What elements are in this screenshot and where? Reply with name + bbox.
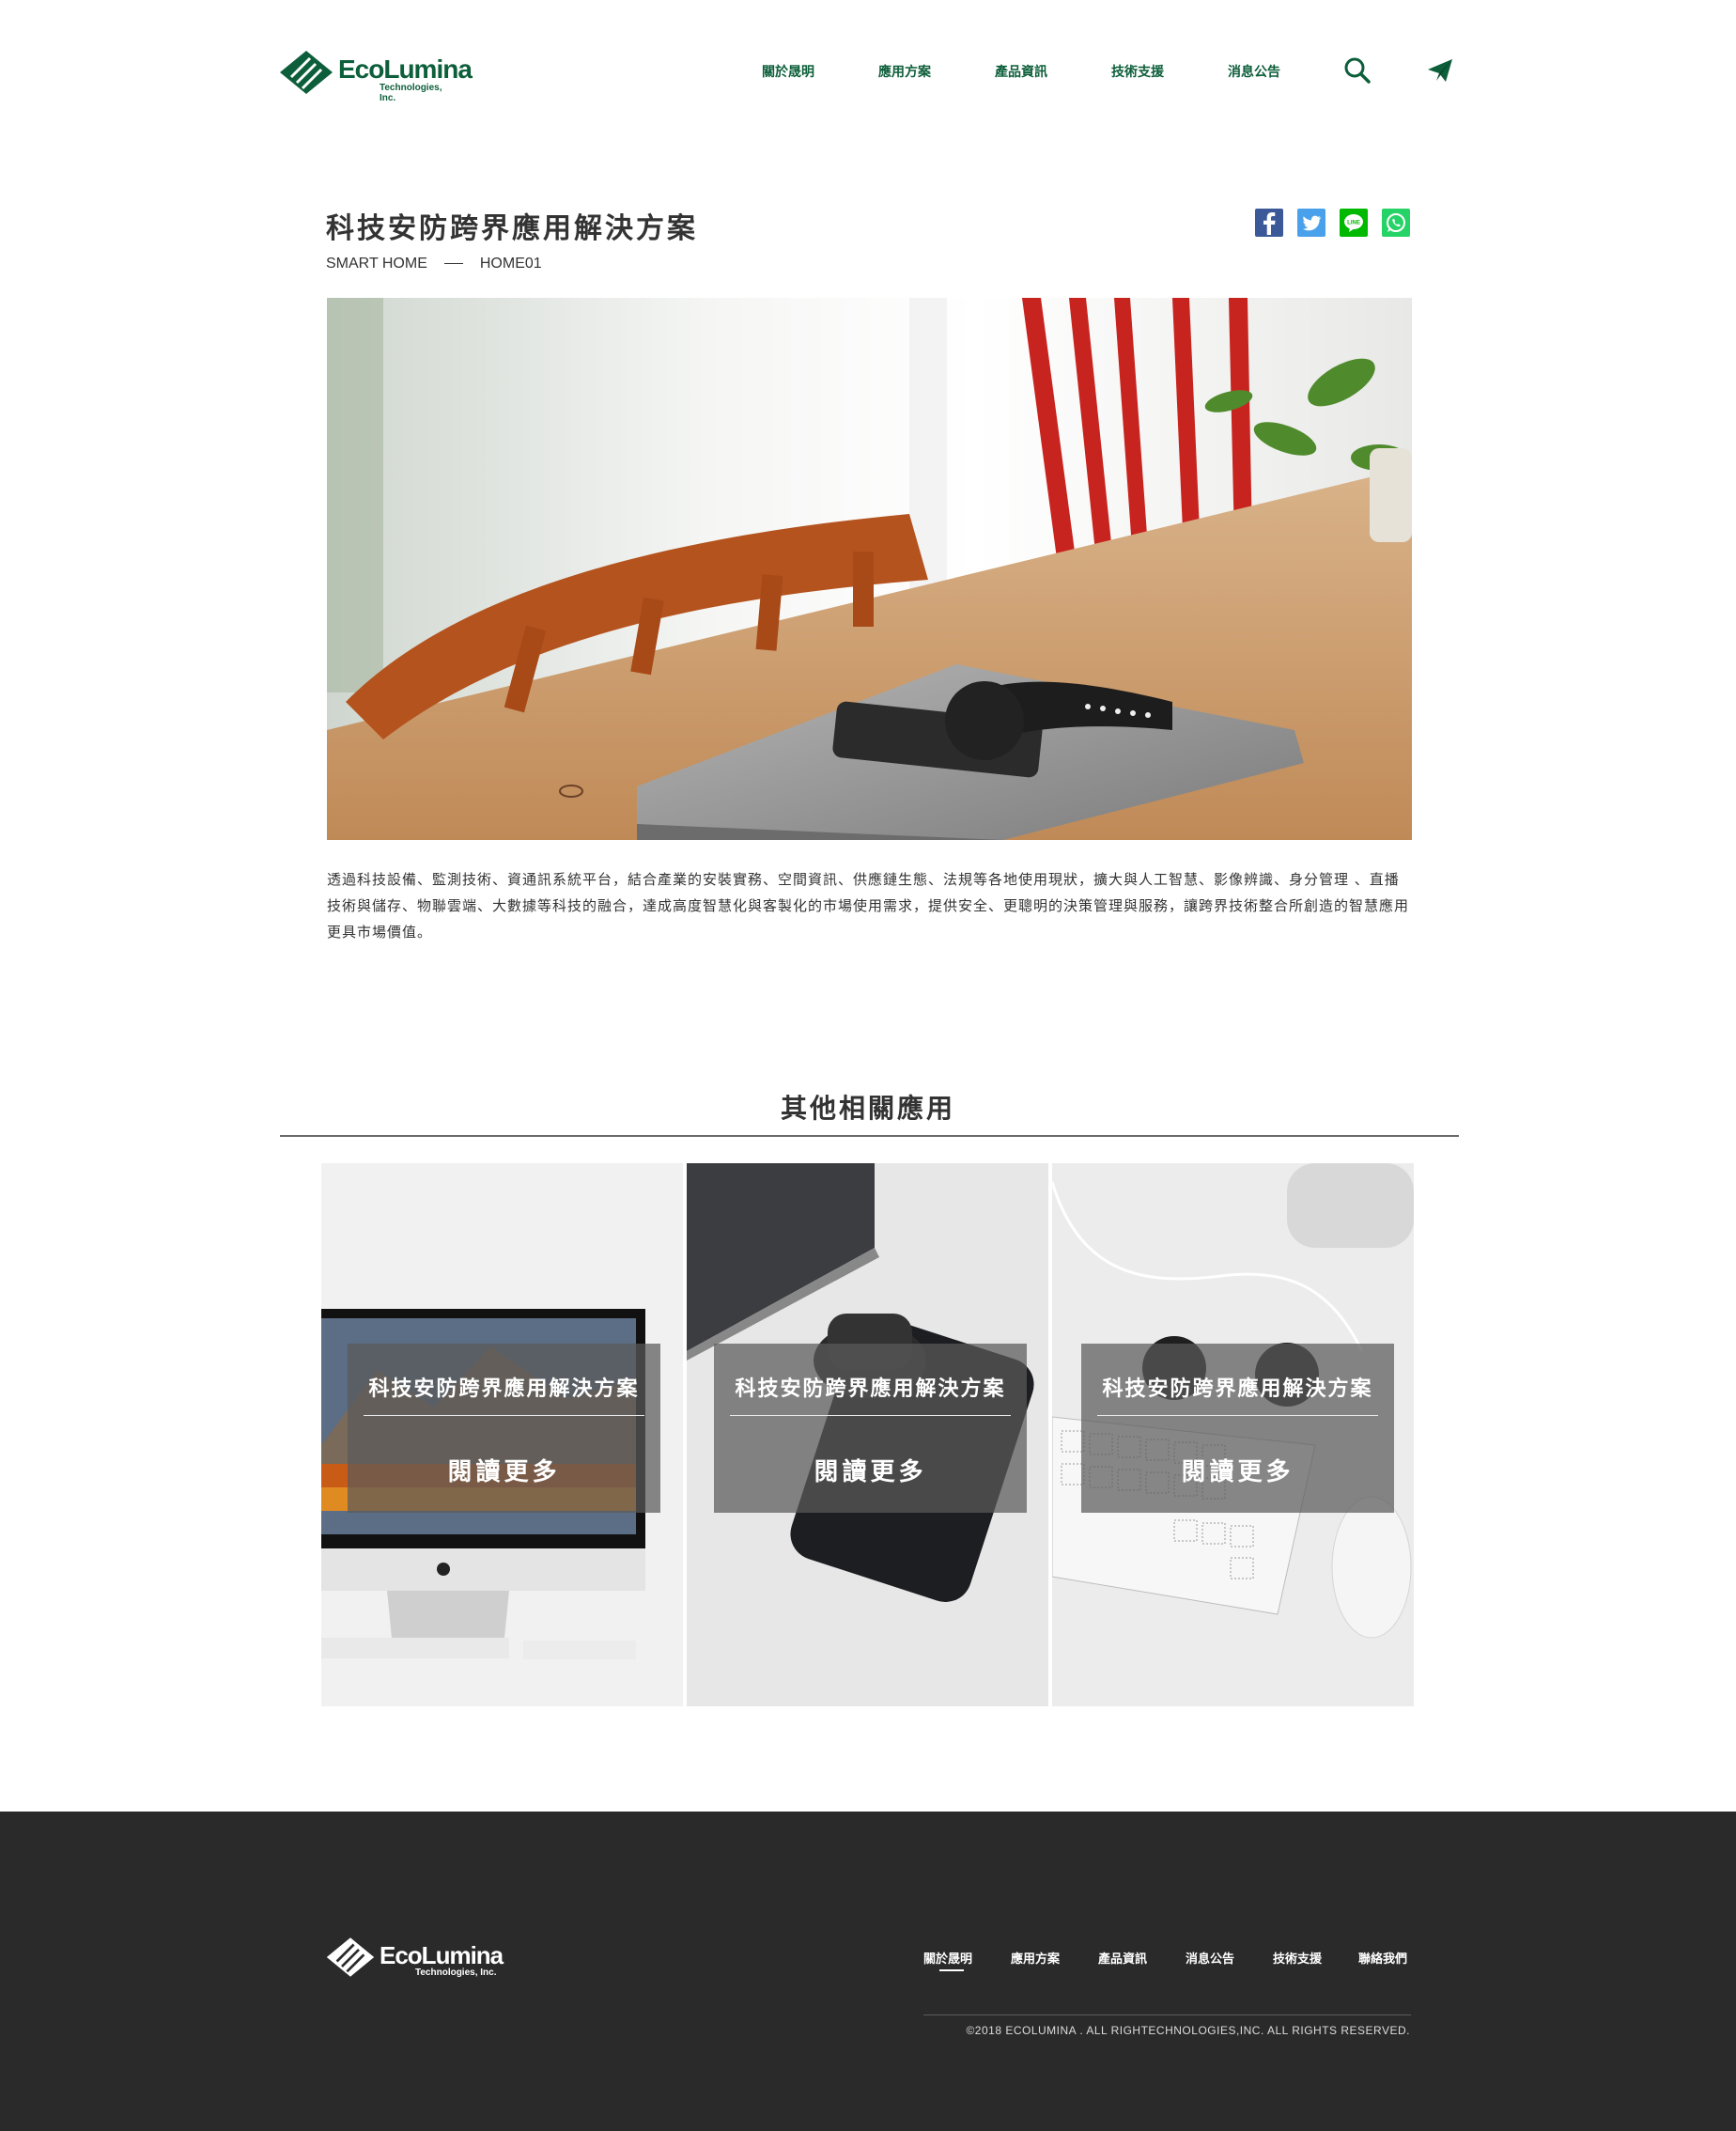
svg-text:LINE: LINE [1347, 221, 1360, 226]
card-title: 科技安防跨界應用解決方案 [1102, 1377, 1373, 1401]
paper-plane-icon[interactable] [1426, 56, 1454, 85]
footer-divider [923, 2014, 1411, 2015]
line-icon[interactable]: LINE [1340, 209, 1368, 237]
brand-subtitle: Technologies, Inc. [380, 83, 442, 103]
search-icon[interactable] [1343, 56, 1372, 85]
read-more-button[interactable]: 閱讀更多 [714, 1453, 1027, 1487]
footer-nav-active-indicator [939, 1969, 964, 1971]
brand-name: EcoLumina [338, 54, 473, 84]
article-body: 透過科技設備、監測技術、資通訊系統平台，結合產業的安裝實務、空間資訊、供應鏈生態… [327, 871, 1410, 941]
card-divider [364, 1415, 644, 1416]
logo-mark-icon [280, 51, 333, 94]
footer-nav-contact[interactable]: 聯絡我們 [1358, 1949, 1407, 1967]
brand-logo[interactable]: EcoLumina Technologies, Inc. [278, 49, 473, 103]
card-divider [1097, 1415, 1378, 1416]
footer-nav-solutions[interactable]: 應用方案 [1011, 1949, 1060, 1967]
footer-logo[interactable]: EcoLumina Technologies, Inc. [325, 1936, 504, 1983]
hero-illustration [327, 298, 1412, 840]
page-title: 科技安防跨界應用解決方案 [326, 212, 698, 245]
site-footer: EcoLumina Technologies, Inc. 關於晟明 應用方案 產… [0, 1812, 1736, 2131]
footer-nav-products[interactable]: 產品資訊 [1098, 1949, 1147, 1967]
twitter-icon[interactable] [1297, 209, 1325, 237]
card-overlay: 科技安防跨界應用解決方案 閱讀更多 [348, 1344, 660, 1513]
read-more-button[interactable]: 閱讀更多 [1081, 1453, 1394, 1487]
nav-item-solutions[interactable]: 應用方案 [878, 62, 931, 81]
card-divider [730, 1415, 1011, 1416]
card-overlay: 科技安防跨界應用解決方案 閱讀更多 [1081, 1344, 1394, 1513]
related-card[interactable]: 科技安防跨界應用解決方案 閱讀更多 [321, 1163, 683, 1706]
whatsapp-icon[interactable] [1382, 209, 1410, 237]
hero-image [327, 298, 1412, 840]
copyright-text: ©2018 ECOLUMINA . ALL RIGHTECHNOLOGIES,I… [966, 2024, 1410, 2037]
card-overlay: 科技安防跨界應用解決方案 閱讀更多 [714, 1344, 1027, 1513]
related-section-title: 其他相關應用 [780, 1093, 955, 1124]
card-title: 科技安防跨界應用解決方案 [735, 1377, 1006, 1401]
breadcrumb-separator [443, 263, 463, 265]
site-header: EcoLumina Technologies, Inc. 關於晟明 應用方案 產… [0, 0, 1736, 146]
footer-nav-news[interactable]: 消息公告 [1186, 1949, 1234, 1967]
breadcrumb-item[interactable]: SMART HOME [326, 256, 427, 272]
facebook-icon[interactable] [1255, 209, 1283, 237]
section-divider [280, 1135, 1459, 1137]
read-more-button[interactable]: 閱讀更多 [348, 1453, 660, 1487]
brand-name: EcoLumina [380, 1941, 504, 1969]
nav-item-products[interactable]: 產品資訊 [995, 62, 1047, 81]
related-card[interactable]: 科技安防跨界應用解決方案 閱讀更多 [687, 1163, 1048, 1706]
footer-nav-about[interactable]: 關於晟明 [923, 1949, 972, 1967]
logo-mark-icon [326, 1937, 375, 1977]
nav-item-news[interactable]: 消息公告 [1228, 62, 1280, 81]
nav-item-support[interactable]: 技術支援 [1111, 62, 1164, 81]
breadcrumb: SMART HOME HOME01 [326, 256, 542, 272]
footer-nav-support[interactable]: 技術支援 [1273, 1949, 1322, 1967]
nav-item-about[interactable]: 關於晟明 [762, 62, 814, 81]
brand-subtitle: Technologies, Inc. [415, 1968, 497, 1978]
breadcrumb-item: HOME01 [479, 256, 542, 272]
card-title: 科技安防跨界應用解決方案 [368, 1377, 640, 1401]
related-card[interactable]: 科技安防跨界應用解決方案 閱讀更多 [1052, 1163, 1414, 1706]
